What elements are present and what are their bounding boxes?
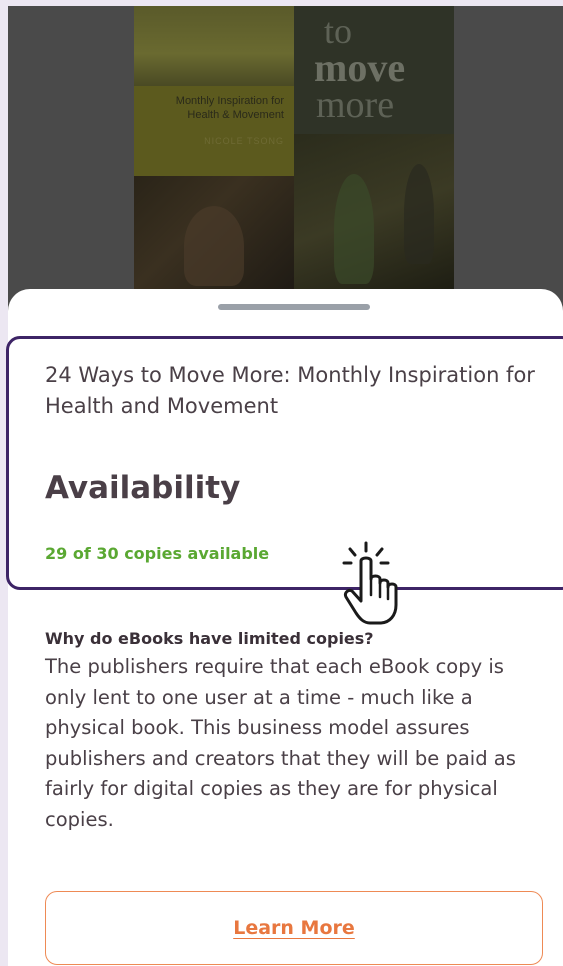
availability-bottom-sheet: 24 Ways to Move More: Monthly Inspiratio… xyxy=(6,289,563,966)
cover-photo-bottom-left xyxy=(134,176,294,296)
sheet-drag-handle[interactable] xyxy=(218,304,370,310)
hand-pointer-icon xyxy=(342,541,398,625)
cover-photo-bottom-right xyxy=(294,134,454,296)
book-title: 24 Ways to Move More: Monthly Inspiratio… xyxy=(45,363,535,418)
cover-title-move: move xyxy=(314,45,406,90)
why-limited-body: The publishers require that each eBook c… xyxy=(45,655,516,831)
why-limited-heading: Why do eBooks have limited copies? xyxy=(45,629,374,648)
cover-photo-top-left xyxy=(134,6,294,86)
learn-more-label: Learn More xyxy=(233,917,355,939)
cover-title-more: more xyxy=(316,84,395,126)
availability-heading: Availability xyxy=(45,470,241,506)
learn-more-button[interactable]: Learn More xyxy=(45,891,543,965)
copies-available-text: 29 of 30 copies available xyxy=(45,544,270,563)
cover-subtitle: Monthly Inspiration for Health & Movemen… xyxy=(175,95,284,121)
cover-title-to: to xyxy=(324,11,353,51)
book-cover: Monthly Inspiration for Health & Movemen… xyxy=(134,6,454,296)
cover-author: NICOLE TSONG xyxy=(204,136,284,146)
